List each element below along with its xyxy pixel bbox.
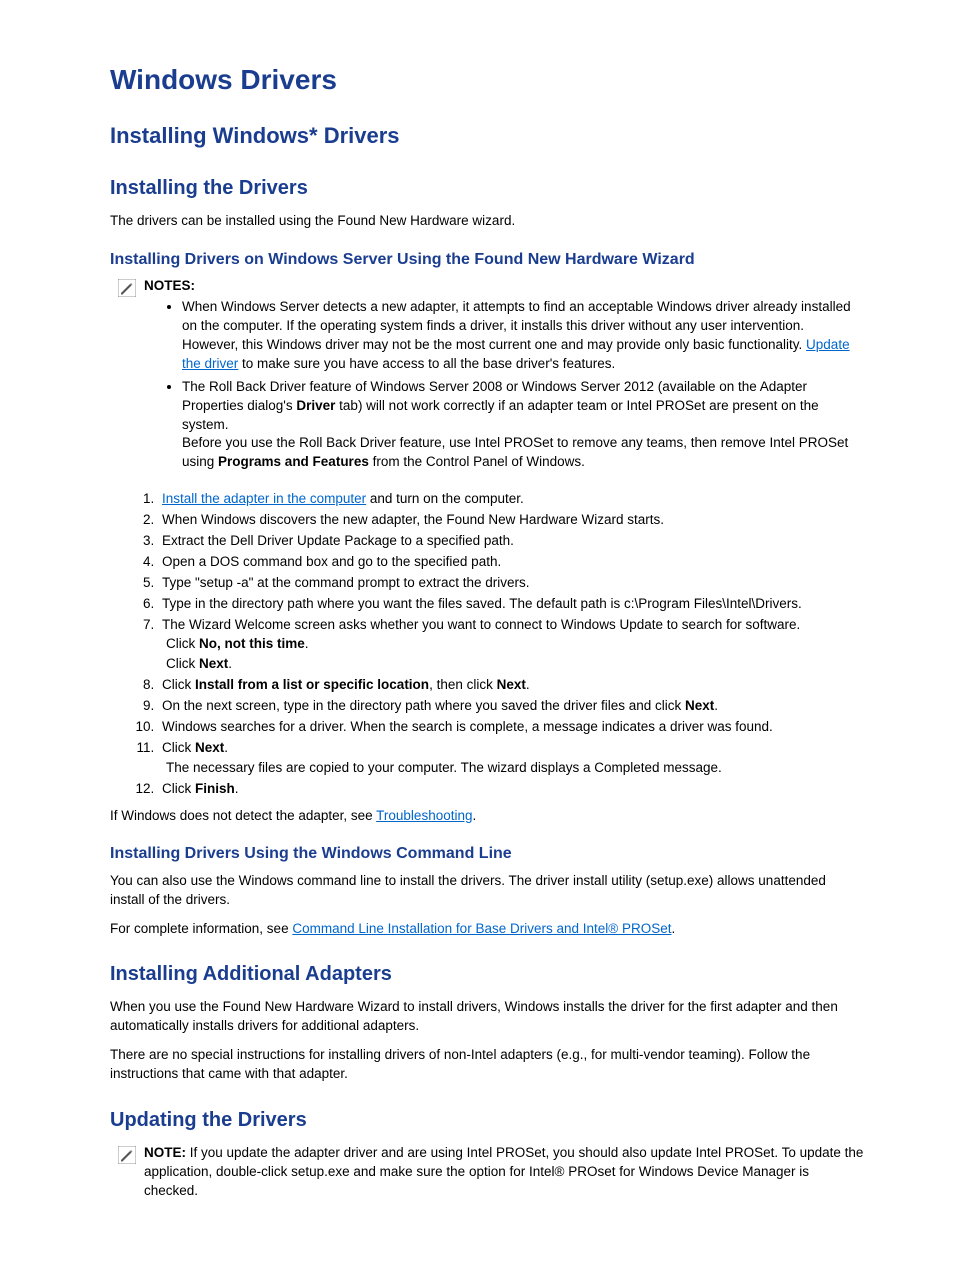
step-4: Open a DOS command box and go to the spe…: [158, 553, 864, 572]
step-10: Windows searches for a driver. When the …: [158, 718, 864, 737]
notes-block: NOTES: When Windows Server detects a new…: [110, 277, 864, 480]
section-found-new-hardware: Installing Drivers on Windows Server Usi…: [110, 249, 864, 271]
step-1: Install the adapter in the computer and …: [158, 490, 864, 509]
command-line-p1: You can also use the Windows command lin…: [110, 872, 864, 910]
pencil-icon: [118, 279, 136, 303]
troubleshooting-link[interactable]: Troubleshooting: [376, 808, 472, 823]
note-label: NOTE:: [144, 1145, 186, 1160]
step-7: The Wizard Welcome screen asks whether y…: [158, 616, 864, 675]
notes-label: NOTES:: [144, 278, 195, 293]
command-line-link[interactable]: Command Line Installation for Base Drive…: [292, 921, 671, 936]
section-installing-windows-drivers: Installing Windows* Drivers: [110, 121, 864, 152]
section-command-line: Installing Drivers Using the Windows Com…: [110, 843, 864, 865]
step-12: Click Finish.: [158, 780, 864, 799]
update-note-body: If you update the adapter driver and are…: [144, 1145, 863, 1198]
step-8: Click Install from a list or specific lo…: [158, 676, 864, 695]
note-item-2: The Roll Back Driver feature of Windows …: [182, 378, 864, 472]
update-note-block: NOTE: If you update the adapter driver a…: [110, 1144, 864, 1201]
note-item-1: When Windows Server detects a new adapte…: [182, 298, 864, 374]
step-2: When Windows discovers the new adapter, …: [158, 511, 864, 530]
section-updating-drivers: Updating the Drivers: [110, 1106, 864, 1134]
additional-p2: There are no special instructions for in…: [110, 1046, 864, 1084]
step-9: On the next screen, type in the director…: [158, 697, 864, 716]
step-5: Type "setup -a" at the command prompt to…: [158, 574, 864, 593]
command-line-p2: For complete information, see Command Li…: [110, 920, 864, 939]
step-11: Click Next. The necessary files are copi…: [158, 739, 864, 778]
step-3: Extract the Dell Driver Update Package t…: [158, 532, 864, 551]
install-steps: Install the adapter in the computer and …: [110, 490, 864, 798]
install-adapter-link[interactable]: Install the adapter in the computer: [162, 491, 366, 506]
intro-paragraph: The drivers can be installed using the F…: [110, 212, 864, 231]
section-additional-adapters: Installing Additional Adapters: [110, 960, 864, 988]
troubleshooting-paragraph: If Windows does not detect the adapter, …: [110, 807, 864, 826]
notes-list: When Windows Server detects a new adapte…: [144, 298, 864, 472]
step-6: Type in the directory path where you wan…: [158, 595, 864, 614]
pencil-icon: [118, 1146, 136, 1170]
page-title: Windows Drivers: [110, 60, 864, 99]
section-installing-the-drivers: Installing the Drivers: [110, 174, 864, 202]
additional-p1: When you use the Found New Hardware Wiza…: [110, 998, 864, 1036]
